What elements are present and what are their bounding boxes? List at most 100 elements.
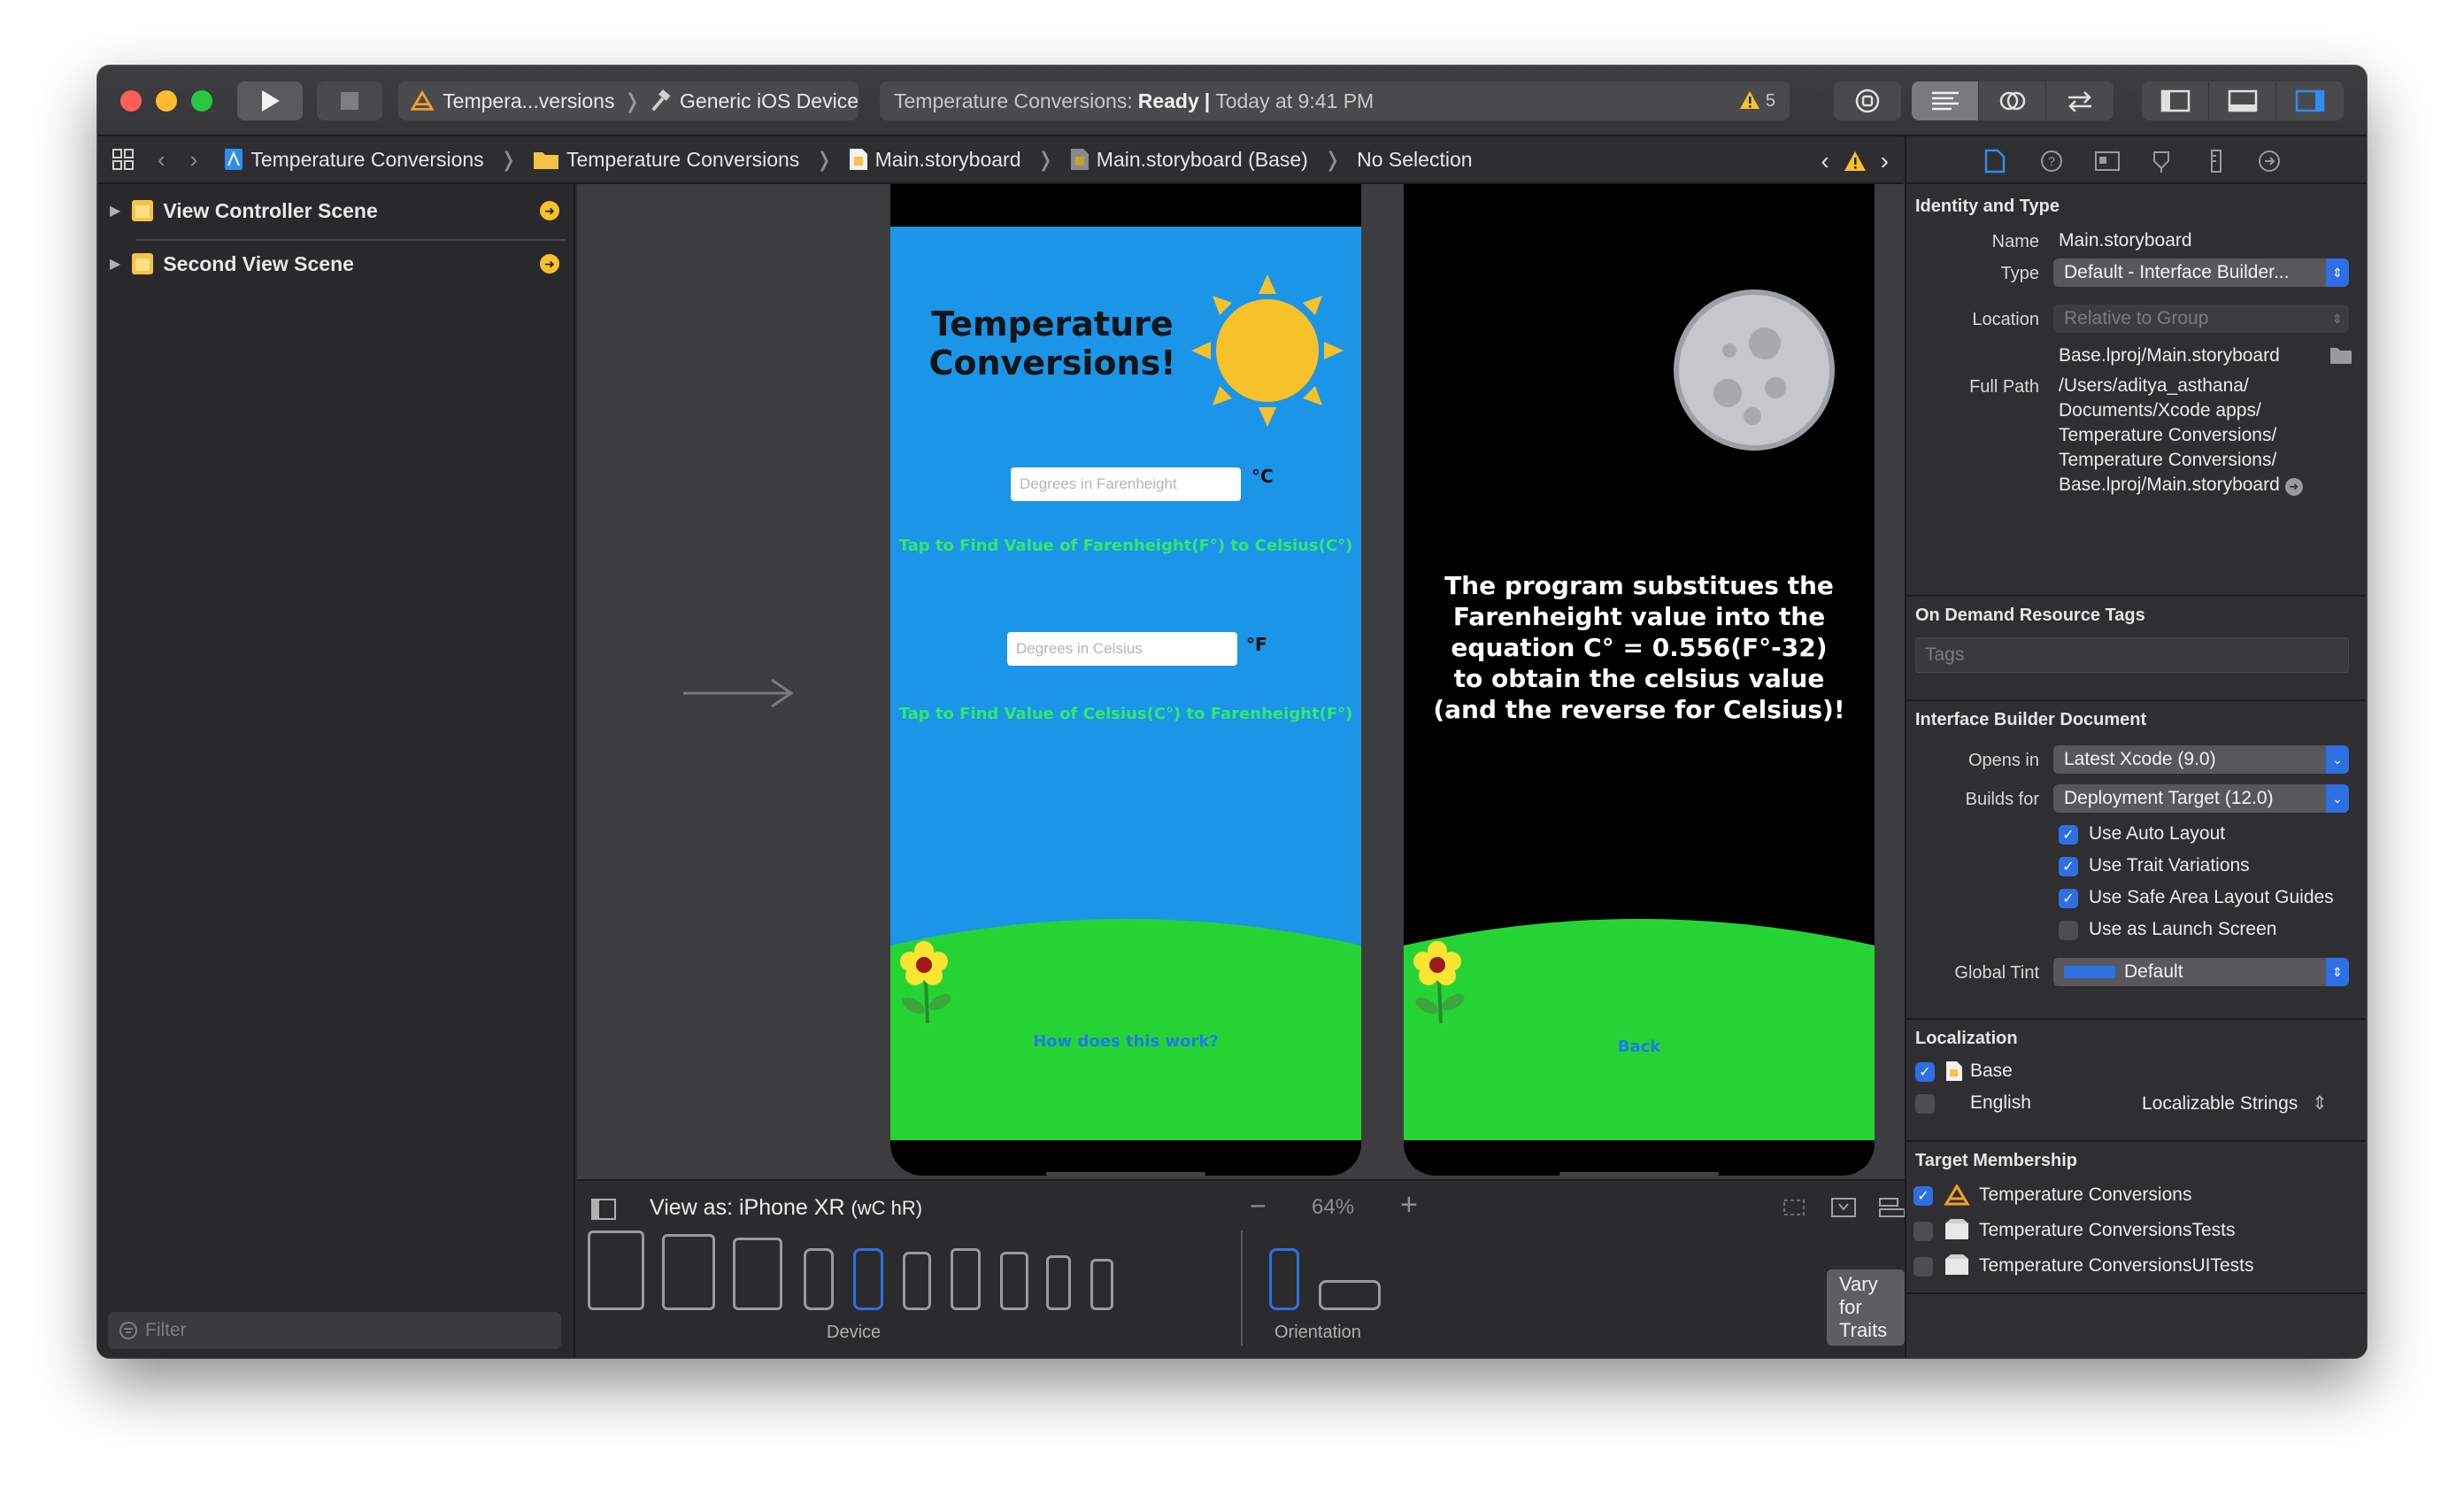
second-view-scene[interactable]: The program substitues the Farenheight v… — [1404, 184, 1875, 1176]
minimize-button[interactable] — [156, 90, 177, 112]
odr-section-title: On Demand Resource Tags — [1915, 606, 2145, 625]
location-popup[interactable]: Relative to Group ⇕ — [2053, 305, 2349, 333]
trait-variations-checkbox[interactable]: ✓ — [2059, 857, 2078, 876]
disclosure-triangle-icon[interactable]: ▶ — [110, 202, 120, 220]
stop-button[interactable] — [317, 81, 382, 120]
device-ipad-icon[interactable] — [733, 1238, 782, 1310]
warning-indicator[interactable]: 5 — [1739, 90, 1775, 112]
svg-text:?: ? — [2048, 154, 2055, 168]
assistant-editor-button[interactable] — [1979, 81, 2046, 120]
breadcrumb-item[interactable]: Main.storyboard — [875, 148, 1021, 172]
launch-screen-checkbox[interactable] — [2059, 921, 2078, 940]
back-arrow-icon[interactable]: ‹ — [158, 146, 166, 174]
next-issue-icon[interactable]: › — [1881, 147, 1889, 175]
english-localization-popup[interactable]: Localizable Strings ⇕ — [2142, 1092, 2328, 1115]
english-localization-checkbox[interactable] — [1915, 1094, 1935, 1114]
zoom-button[interactable] — [191, 90, 212, 112]
safe-area-checkbox[interactable]: ✓ — [2059, 889, 2078, 908]
opens-in-popup[interactable]: Latest Xcode (9.0) ⌄ — [2053, 745, 2349, 774]
fahrenheit-placeholder: Degrees in Farenheight — [1020, 475, 1177, 492]
folder-icon — [533, 152, 558, 169]
explanation-line: equation C° = 0.556(F°-32) — [1451, 633, 1828, 662]
identity-inspector-icon[interactable] — [2094, 149, 2121, 174]
disclosure-triangle-icon[interactable]: ▶ — [110, 255, 120, 273]
fahrenheit-input[interactable]: Degrees in Farenheight — [1011, 467, 1241, 501]
document-outline: ▶ View Controller Scene ➜ ▶ Second View … — [97, 184, 575, 1358]
standard-editor-button[interactable] — [1912, 81, 1979, 120]
show-outline-icon[interactable] — [591, 1199, 616, 1220]
align-icon[interactable] — [1878, 1195, 1908, 1220]
device-iphone-se-icon[interactable] — [1046, 1255, 1071, 1310]
outline-scene-row[interactable]: ▶ View Controller Scene ➜ — [97, 186, 575, 235]
path-line: Temperature Conversions/ — [2059, 425, 2277, 445]
library-button[interactable] — [1834, 81, 1901, 120]
opens-in-label: Opens in — [1967, 751, 2039, 770]
device-iphone-xr-icon[interactable] — [853, 1248, 883, 1310]
zoom-out-icon[interactable]: − — [1250, 1190, 1267, 1223]
global-tint-popup[interactable]: Default ⇕ — [2053, 958, 2349, 986]
view-as-label[interactable]: View as: iPhone XR (wC hR) — [650, 1195, 922, 1221]
issue-warning-icon[interactable] — [1844, 150, 1867, 172]
convert-to-celsius-button[interactable]: Tap to Find Value of Farenheight(F°) to … — [890, 536, 1361, 555]
builds-for-popup[interactable]: Deployment Target (12.0) ⌄ — [2053, 784, 2349, 813]
related-items-icon[interactable] — [112, 148, 135, 171]
device-ipad-pro-11-icon[interactable] — [662, 1234, 715, 1310]
back-button[interactable]: Back — [1404, 1038, 1875, 1056]
version-editor-button[interactable] — [2046, 81, 2114, 120]
embed-in-stack-icon[interactable] — [1829, 1195, 1859, 1220]
quick-help-icon[interactable]: ? — [2039, 149, 2064, 174]
base-localization-checkbox[interactable]: ✓ — [1915, 1062, 1935, 1082]
convert-to-fahrenheit-button[interactable]: Tap to Find Value of Celsius(C°) to Fare… — [890, 705, 1361, 723]
target-tests-checkbox[interactable] — [1913, 1222, 1933, 1241]
celsius-placeholder: Degrees in Celsius — [1016, 640, 1143, 657]
close-button[interactable] — [120, 90, 142, 112]
celsius-input[interactable]: Degrees in Celsius — [1007, 632, 1237, 666]
orientation-landscape-icon[interactable] — [1319, 1280, 1381, 1310]
attributes-inspector-icon[interactable] — [2149, 149, 2174, 174]
vary-for-traits-button[interactable]: Vary for Traits — [1827, 1269, 1905, 1346]
device-iphone-xs-max-icon[interactable] — [804, 1248, 834, 1310]
device-iphone-4s-icon[interactable] — [1090, 1259, 1113, 1310]
toggle-navigator-button[interactable] — [2142, 81, 2209, 120]
type-popup[interactable]: Default - Interface Builder... ⇕ — [2053, 258, 2349, 287]
target-uitests-checkbox[interactable] — [1913, 1257, 1933, 1277]
tags-field[interactable]: Tags — [1915, 637, 2349, 673]
launch-screen-label: Use as Launch Screen — [2089, 919, 2277, 939]
outline-filter-field[interactable]: Filter — [108, 1312, 561, 1349]
explanation-line: Farenheight value into the — [1452, 602, 1826, 631]
target-app-checkbox[interactable]: ✓ — [1913, 1186, 1933, 1206]
trait-variations-label: Use Trait Variations — [2089, 855, 2250, 876]
zoom-in-icon[interactable]: + — [1400, 1188, 1418, 1223]
breadcrumb-item[interactable]: Main.storyboard (Base) — [1097, 148, 1308, 172]
file-inspector-icon[interactable] — [1984, 149, 2006, 174]
standard-editor-icon — [1931, 91, 1959, 111]
forward-arrow-icon[interactable]: › — [190, 146, 198, 174]
outline-scene-row[interactable]: ▶ Second View Scene ➜ — [97, 239, 575, 289]
device-iphone-x-icon[interactable] — [903, 1252, 931, 1310]
storyboard-canvas[interactable]: Temperature Conversions! Degrees in Fare… — [577, 184, 1905, 1179]
run-button[interactable] — [237, 81, 303, 120]
english-localization-label: English — [1970, 1092, 2031, 1113]
breadcrumb-item[interactable]: Temperature Conversions — [250, 148, 483, 172]
device-iphone-8-plus-icon[interactable] — [951, 1248, 981, 1310]
scene-arrow-icon[interactable]: ➜ — [540, 201, 559, 220]
device-ipad-pro-12-icon[interactable] — [588, 1231, 644, 1310]
orientation-portrait-icon[interactable] — [1269, 1248, 1299, 1310]
connections-inspector-icon[interactable] — [2257, 149, 2282, 174]
breadcrumb-item[interactable]: No Selection — [1357, 148, 1472, 172]
previous-issue-icon[interactable]: ‹ — [1821, 147, 1829, 175]
view-controller-scene[interactable]: Temperature Conversions! Degrees in Fare… — [890, 184, 1361, 1176]
scheme-selector[interactable]: Tempera...versions ❭ Generic iOS Device — [398, 81, 859, 120]
toggle-inspector-button[interactable] — [2276, 81, 2344, 120]
size-inspector-icon[interactable] — [2206, 149, 2227, 174]
scene-arrow-icon[interactable]: ➜ — [540, 254, 559, 274]
update-frames-icon[interactable] — [1779, 1195, 1809, 1220]
auto-layout-checkbox[interactable]: ✓ — [2059, 825, 2078, 845]
breadcrumb-item[interactable]: Temperature Conversions — [566, 148, 799, 172]
device-iphone-8-icon[interactable] — [1000, 1252, 1028, 1310]
folder-icon[interactable] — [2329, 345, 2352, 365]
how-does-this-work-button[interactable]: How does this work? — [890, 1032, 1361, 1051]
reveal-in-finder-icon[interactable]: ➜ — [2284, 478, 2303, 496]
device-label: Device — [827, 1323, 882, 1342]
toggle-debug-area-button[interactable] — [2209, 81, 2276, 120]
